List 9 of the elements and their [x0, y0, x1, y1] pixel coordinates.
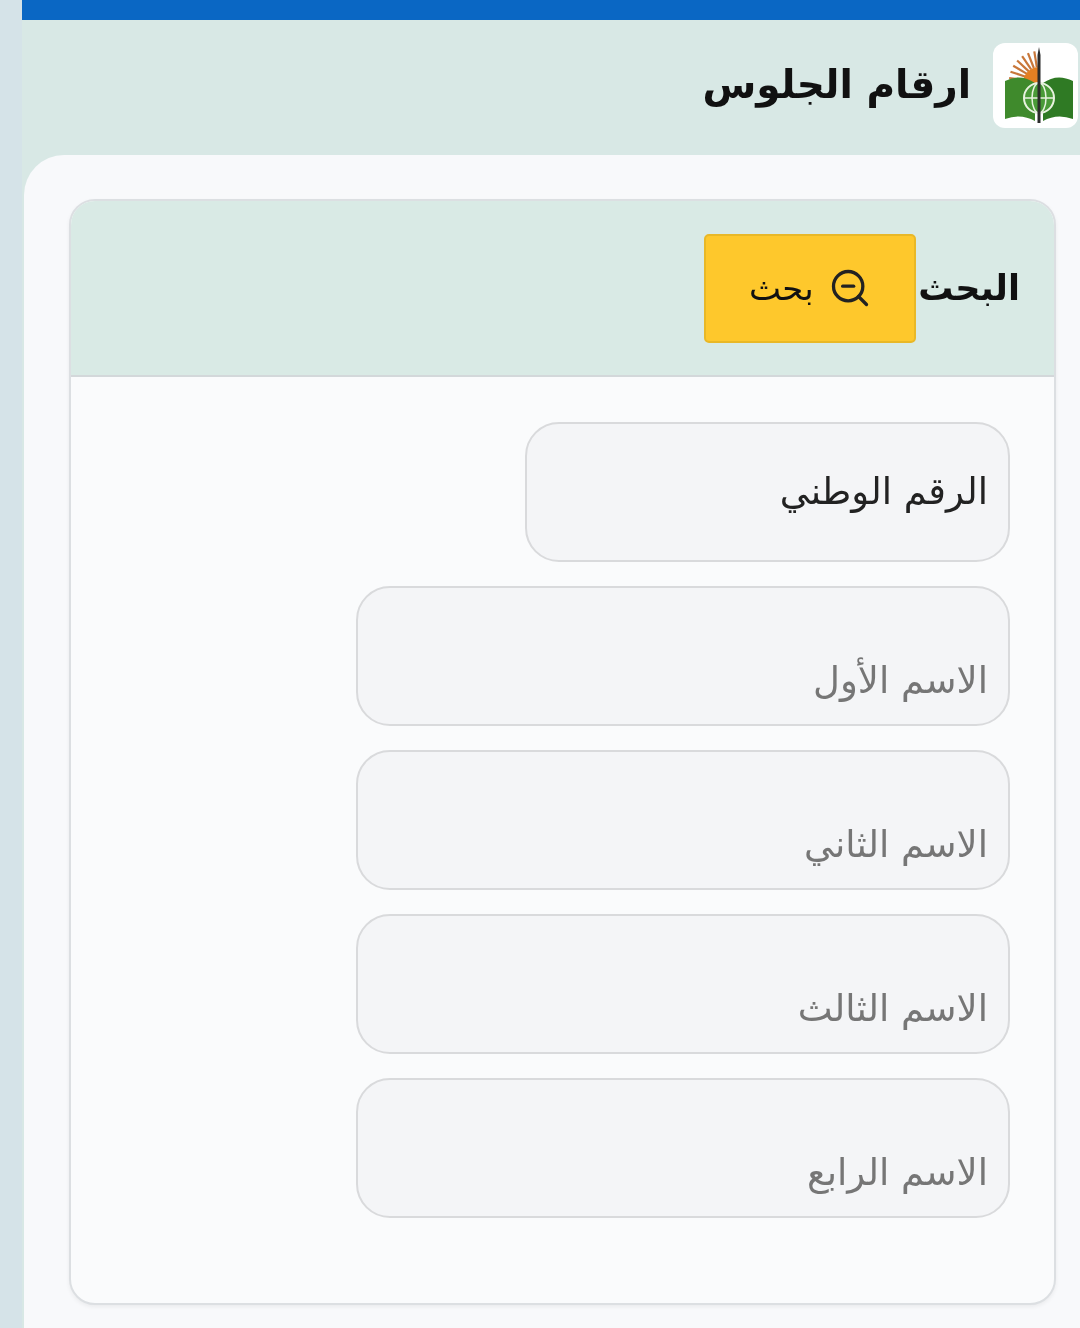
input-field[interactable]: الاسم الأول: [356, 586, 1010, 726]
search-button[interactable]: بحث: [704, 233, 917, 343]
input-field[interactable]: الاسم الرابع: [356, 1078, 1010, 1218]
page-title: ارقام الجلوس: [702, 61, 971, 110]
book-globe-emblem-icon: [993, 43, 1078, 128]
card-title: البحث: [918, 266, 1020, 310]
input-field[interactable]: الاسم الثالث: [356, 914, 1010, 1054]
input-field[interactable]: الرقم الوطني: [525, 422, 1010, 562]
input-field[interactable]: الاسم الثاني: [356, 750, 1010, 890]
